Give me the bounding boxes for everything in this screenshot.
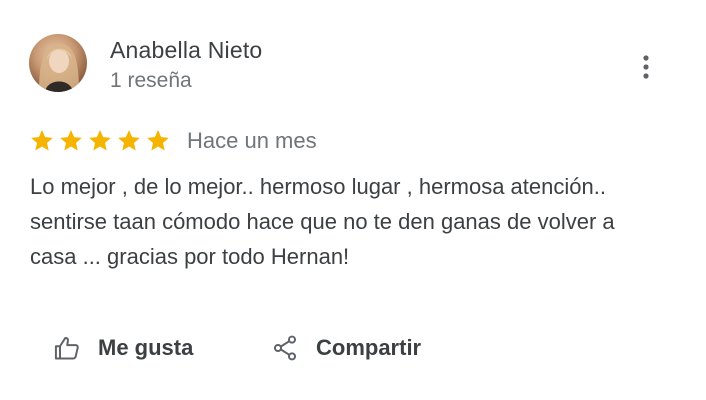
more-vert-icon	[643, 55, 649, 79]
share-button[interactable]: Compartir	[270, 330, 421, 366]
thumb-up-icon	[52, 333, 82, 363]
star-icon	[89, 129, 111, 151]
share-icon	[270, 333, 300, 363]
share-label: Compartir	[316, 335, 422, 360]
star-icon	[31, 129, 53, 151]
review-card: Anabella Nieto 1 reseña Hace un mes Lo m…	[0, 0, 706, 400]
like-button[interactable]: Me gusta	[52, 330, 193, 366]
avatar-image	[39, 43, 79, 92]
review-date: Hace un mes	[187, 128, 317, 153]
avatar[interactable]	[29, 34, 87, 92]
like-label: Me gusta	[98, 335, 194, 360]
review-text: Lo mejor , de lo mejor.. hermoso lugar ,…	[30, 174, 615, 269]
author-name[interactable]: Anabella Nieto	[110, 37, 262, 64]
author-review-count: 1 reseña	[110, 69, 192, 92]
star-icon	[118, 129, 140, 151]
star-rating	[29, 128, 171, 154]
rating-row: Hace un mes	[29, 126, 317, 156]
star-icon	[147, 129, 169, 151]
more-options-button[interactable]	[632, 50, 660, 84]
star-icon	[60, 129, 82, 151]
